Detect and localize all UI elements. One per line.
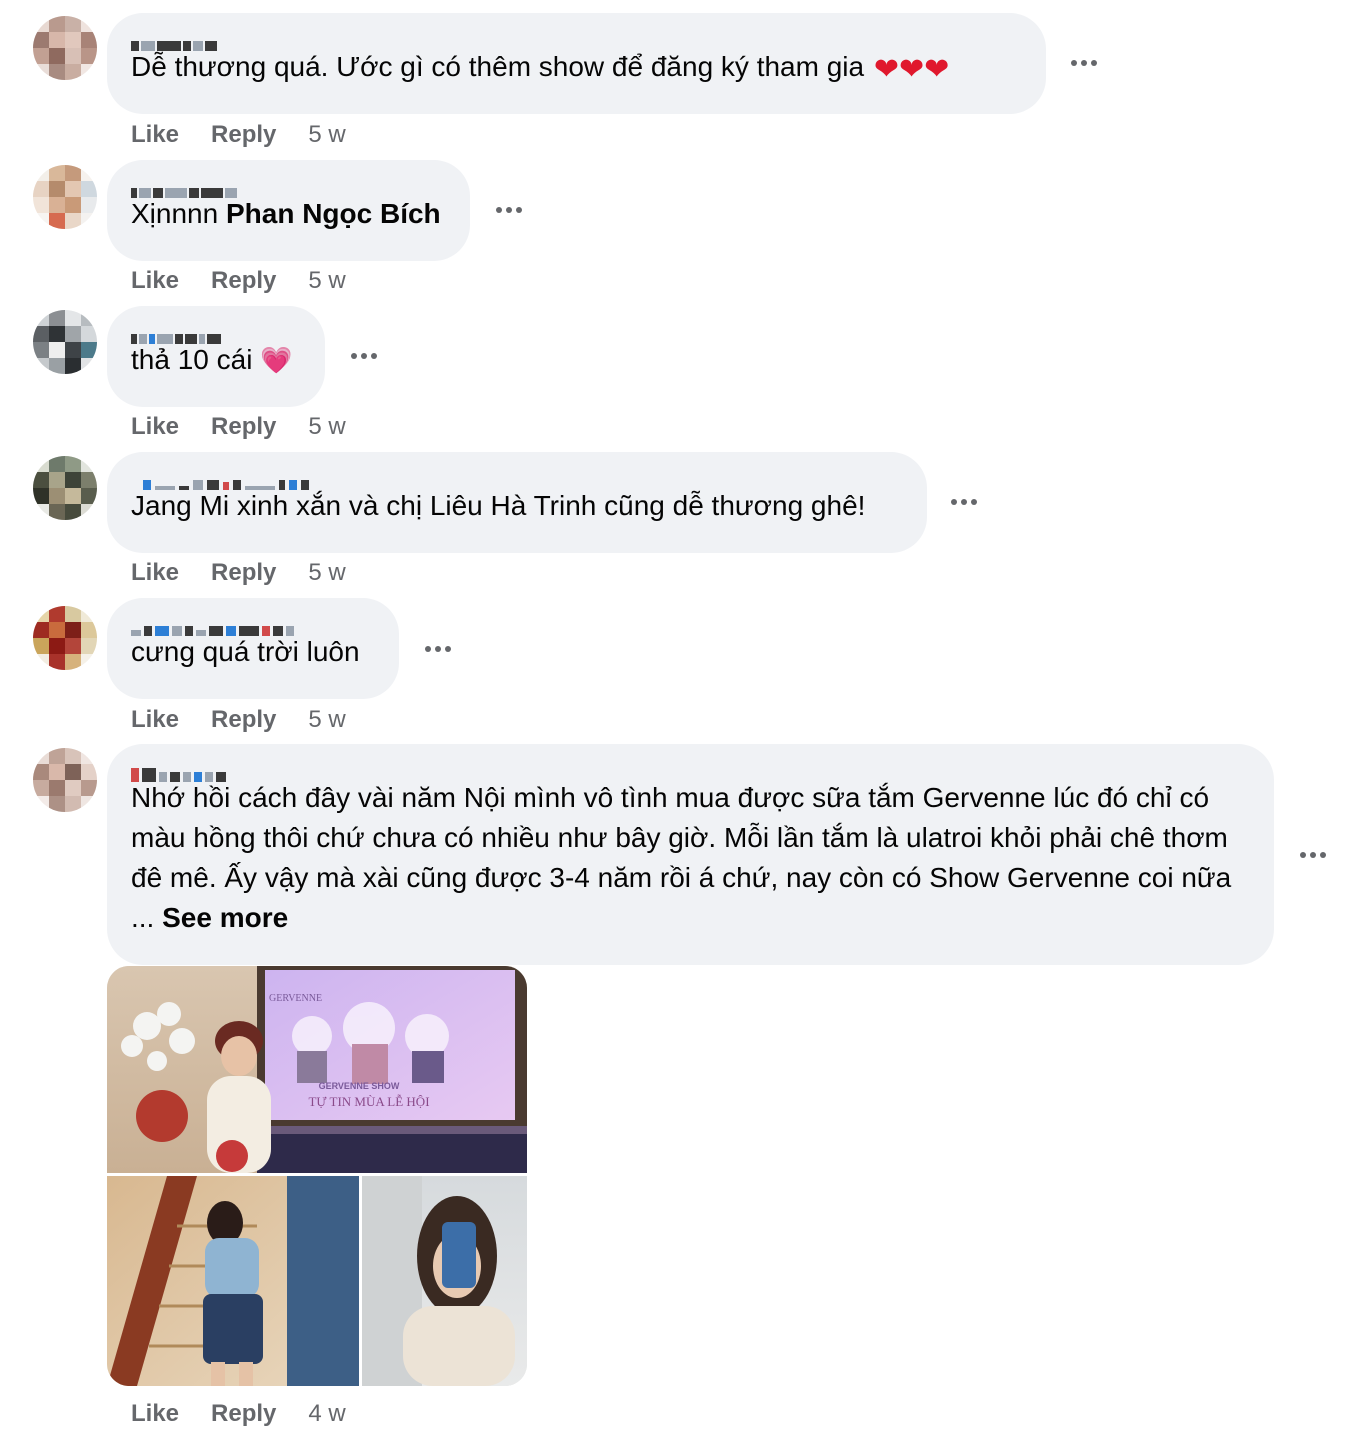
more-options-icon[interactable] bbox=[1071, 59, 1097, 67]
commenter-avatar[interactable] bbox=[33, 16, 97, 80]
comment-actions: Like Reply 4 w bbox=[131, 1399, 346, 1429]
reply-button[interactable]: Reply bbox=[211, 121, 276, 149]
like-button[interactable]: Like bbox=[131, 413, 179, 441]
commenter-avatar[interactable] bbox=[33, 456, 97, 520]
photo-collage[interactable]: GERVENNE GERVENNE SHOW TỰ TIN MÙA LỄ HỘI bbox=[107, 966, 527, 1386]
comment-text: Jang Mi xinh xắn và chị Liêu Hà Trinh cũ… bbox=[131, 490, 866, 521]
like-button[interactable]: Like bbox=[131, 121, 179, 149]
comment-actions: Like Reply 5 w bbox=[131, 266, 346, 296]
comment-actions: Like Reply 5 w bbox=[131, 412, 346, 442]
comment-bubble: Dễ thương quá. Ước gì có thêm show để đă… bbox=[107, 13, 1046, 114]
comment-bubble: Nhớ hồi cách đây vài năm Nội mình vô tìn… bbox=[107, 744, 1274, 965]
photo-show-title: GERVENNE SHOW bbox=[319, 1081, 400, 1091]
like-button[interactable]: Like bbox=[131, 706, 179, 734]
like-button[interactable]: Like bbox=[131, 1400, 179, 1428]
see-more-link[interactable]: See more bbox=[162, 902, 288, 933]
comment-text: thả 10 cái 💗 bbox=[131, 344, 293, 375]
comment-timestamp[interactable]: 5 w bbox=[308, 267, 345, 295]
reply-button[interactable]: Reply bbox=[211, 413, 276, 441]
commenter-avatar[interactable] bbox=[33, 606, 97, 670]
heart-emoji: ❤❤❤ bbox=[873, 53, 950, 86]
reply-button[interactable]: Reply bbox=[211, 1400, 276, 1428]
comment-actions: Like Reply 5 w bbox=[131, 558, 346, 588]
photo-show-subtitle: TỰ TIN MÙA LỄ HỘI bbox=[308, 1094, 429, 1109]
more-options-icon[interactable] bbox=[425, 645, 451, 653]
more-options-icon[interactable] bbox=[351, 352, 377, 360]
commenter-avatar[interactable] bbox=[33, 748, 97, 812]
comment-bubble: thả 10 cái 💗 bbox=[107, 306, 325, 407]
comment-text: Xịnnnn Phan Ngọc Bích bbox=[131, 198, 441, 229]
pink-heart-emoji: 💗 bbox=[260, 345, 293, 375]
comment-timestamp[interactable]: 4 w bbox=[308, 1400, 345, 1428]
comment-timestamp[interactable]: 5 w bbox=[308, 559, 345, 587]
comment-bubble: cưng quá trời luôn bbox=[107, 598, 399, 699]
comment-bubble: Jang Mi xinh xắn và chị Liêu Hà Trinh cũ… bbox=[107, 452, 927, 553]
mention-link[interactable]: Phan Ngọc Bích bbox=[226, 198, 441, 229]
more-options-icon[interactable] bbox=[1300, 851, 1326, 859]
comment-bubble: Xịnnnn Phan Ngọc Bích bbox=[107, 160, 470, 261]
commenter-avatar[interactable] bbox=[33, 165, 97, 229]
comment-text: cưng quá trời luôn bbox=[131, 636, 360, 667]
like-button[interactable]: Like bbox=[131, 267, 179, 295]
comment-text: Nhớ hồi cách đây vài năm Nội mình vô tìn… bbox=[131, 782, 1232, 933]
photo-brand-text: GERVENNE bbox=[269, 993, 322, 1004]
like-button[interactable]: Like bbox=[131, 559, 179, 587]
more-options-icon[interactable] bbox=[951, 498, 977, 506]
comment-text: Dễ thương quá. Ước gì có thêm show để đă… bbox=[131, 47, 1022, 90]
reply-button[interactable]: Reply bbox=[211, 706, 276, 734]
comment-timestamp[interactable]: 5 w bbox=[308, 413, 345, 441]
commenter-avatar[interactable] bbox=[33, 310, 97, 374]
reply-button[interactable]: Reply bbox=[211, 267, 276, 295]
comment-timestamp[interactable]: 5 w bbox=[308, 706, 345, 734]
more-options-icon[interactable] bbox=[496, 206, 522, 214]
comment-actions: Like Reply 5 w bbox=[131, 120, 346, 150]
comment-actions: Like Reply 5 w bbox=[131, 705, 346, 735]
comment-timestamp[interactable]: 5 w bbox=[308, 121, 345, 149]
reply-button[interactable]: Reply bbox=[211, 559, 276, 587]
collage-image: GERVENNE GERVENNE SHOW TỰ TIN MÙA LỄ HỘI bbox=[107, 966, 527, 1386]
